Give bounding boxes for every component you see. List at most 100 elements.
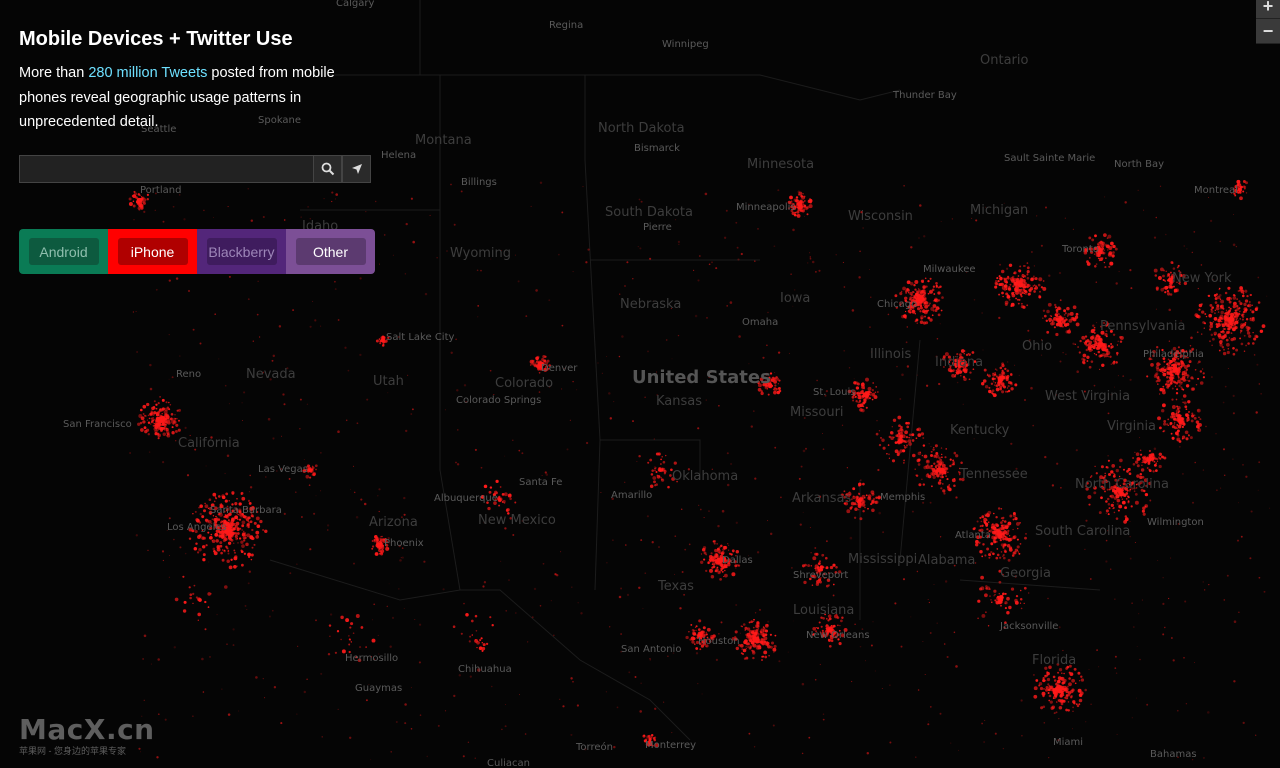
tweet-dot (1004, 300, 1009, 305)
tweet-dot (903, 445, 905, 447)
tweet-dot (142, 413, 145, 415)
tweet-dot (1162, 372, 1167, 377)
tweet-dot (985, 611, 987, 613)
tweet-dot (437, 724, 440, 727)
tweet-dot (895, 434, 899, 438)
tweet-dot (989, 595, 991, 597)
tweet-dot (1068, 677, 1071, 680)
tweet-dot (159, 408, 163, 412)
tweet-dot (937, 481, 942, 485)
tweet-dot (934, 444, 938, 448)
tweet-dot (229, 534, 233, 538)
tweet-dot (150, 417, 153, 420)
tweet-dot (227, 541, 232, 545)
tweet-dot (981, 613, 986, 618)
tweet-dot (995, 516, 998, 519)
tweet-dot (944, 456, 947, 459)
tweet-dot (862, 227, 864, 229)
tweet-dot (1081, 357, 1085, 361)
tweet-dot (1173, 368, 1177, 372)
tweet-dot (916, 319, 918, 321)
tweet-dot (1200, 303, 1203, 306)
tweet-dot (817, 562, 821, 565)
tweet-dot (917, 433, 922, 437)
tweet-dot (140, 196, 143, 198)
tweet-dot (1066, 306, 1070, 311)
tweet-dot (934, 298, 939, 303)
tweet-dot (712, 565, 716, 568)
tweet-dot (864, 397, 867, 400)
tweet-dot (151, 412, 155, 416)
tweet-dot (1189, 436, 1193, 440)
tweet-dot (810, 565, 813, 567)
tweet-dot (1170, 432, 1173, 435)
tweet-dot (227, 550, 230, 552)
tweet-dot (953, 484, 956, 487)
tweet-dot (665, 454, 667, 457)
tweet-dot (1117, 509, 1120, 512)
tweet-dot (837, 624, 839, 627)
tweet-dot (705, 631, 708, 634)
tweet-dot (227, 552, 230, 555)
tweet-dot (810, 552, 812, 554)
tweet-dot (202, 558, 206, 562)
tweet-dot (653, 469, 657, 472)
tweet-dot (240, 491, 244, 495)
tweet-dot (873, 395, 878, 400)
tweet-dot (661, 456, 663, 458)
tweet-dot (1232, 352, 1236, 356)
tweet-dot (994, 593, 996, 596)
tweet-dot (201, 545, 206, 549)
tweet-dot (176, 418, 178, 420)
tweet-dot (990, 542, 994, 546)
tweet-dot (1147, 461, 1151, 465)
tweet-dot (235, 521, 240, 526)
tweet-dot (924, 277, 927, 280)
tweet-dot (914, 280, 919, 284)
tweet-dot (1060, 693, 1063, 695)
tweet-dot (233, 549, 236, 552)
tweet-dot (218, 495, 221, 498)
tweet-dot (1240, 342, 1244, 346)
tweet-dot (769, 645, 773, 649)
tweet-dot (922, 304, 925, 306)
tweet-dot (862, 386, 864, 388)
tweet-dot (655, 471, 658, 473)
tweet-dot (1119, 335, 1122, 339)
tweet-dot (1232, 294, 1236, 297)
tweet-dot (1239, 332, 1242, 334)
tweet-dot (1243, 187, 1246, 190)
tweet-dot (155, 403, 158, 406)
tweet-dot (1182, 394, 1187, 398)
tweet-dot (809, 198, 813, 203)
tweet-dot (908, 442, 912, 446)
tweet-dot (930, 454, 933, 457)
tweet-dot (1167, 418, 1170, 421)
tweet-dot (489, 616, 492, 619)
tweet-dot (698, 619, 702, 623)
tweet-dot (1073, 667, 1077, 671)
tweet-dot (1023, 586, 1027, 590)
tweet-dot (1152, 455, 1154, 457)
tweet-dot (1248, 334, 1252, 338)
tweet-dot (220, 534, 225, 538)
tweet-dot (1141, 461, 1143, 464)
tweet-dot (243, 539, 246, 542)
tweet-dot (360, 626, 364, 629)
tweet-dot (1026, 266, 1030, 270)
tweet-dot (998, 533, 1003, 538)
tweet-dot (804, 206, 806, 208)
tweet-dot (371, 547, 374, 550)
tweet-dot (1177, 375, 1180, 378)
tweet-dot (174, 429, 178, 433)
tweet-dot (1155, 372, 1159, 376)
tweet-dot (1178, 418, 1182, 422)
tweet-dot (1058, 668, 1063, 672)
tweet-dot (1185, 408, 1188, 411)
tweet-dot (1110, 503, 1114, 508)
tweet-dot (1220, 330, 1223, 334)
tweet-dot (943, 492, 946, 495)
tweet-dot (1203, 322, 1207, 325)
tweet-dot (1050, 315, 1053, 317)
tweet-dot (1101, 347, 1105, 351)
